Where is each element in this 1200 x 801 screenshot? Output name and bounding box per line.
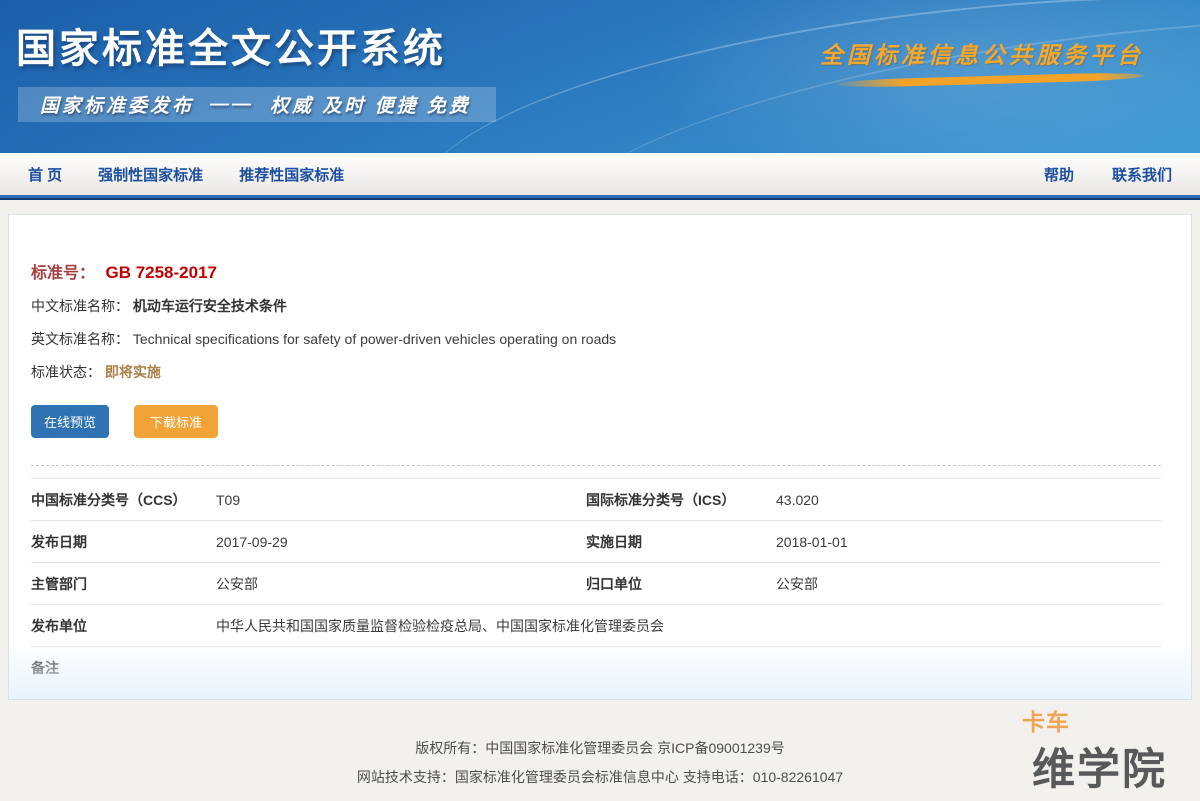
main-nav: 首 页 强制性国家标准 推荐性国家标准 帮助 联系我们	[0, 153, 1200, 195]
site-title: 国家标准全文公开系统	[16, 16, 446, 74]
platform-underline-decoration	[836, 72, 1144, 89]
table-row-classification: 中国标准分类号（CCS） T09 国际标准分类号（ICS） 43.020	[31, 479, 1161, 521]
implement-date-value: 2018-01-01	[776, 534, 1161, 550]
publish-unit-label: 发布单位	[31, 616, 216, 636]
sub-banner-slogan: 权威 及时 便捷 免费	[270, 91, 471, 118]
competent-dept-label: 主管部门	[31, 574, 216, 594]
page-footer: 版权所有：中国国家标准化管理委员会 京ICP备09001239号 网站技术支持：…	[0, 700, 1200, 792]
download-standard-button[interactable]: 下载标准	[134, 405, 218, 438]
ics-value: 43.020	[776, 492, 1161, 508]
sub-banner-publisher: 国家标准委发布	[40, 91, 194, 118]
status-label: 标准状态：	[31, 364, 101, 380]
footer-support: 网站技术支持：国家标准化管理委员会标准信息中心 支持电话：010-8226104…	[0, 763, 1200, 792]
cn-name-label: 中文标准名称：	[31, 298, 129, 314]
table-row-dates: 发布日期 2017-09-29 实施日期 2018-01-01	[31, 521, 1161, 563]
cn-name-value: 机动车运行安全技术条件	[133, 298, 287, 314]
footer-copyright: 版权所有：中国国家标准化管理委员会 京ICP备09001239号	[0, 734, 1200, 763]
nav-right-group: 帮助 联系我们	[1044, 164, 1200, 185]
table-row-departments: 主管部门 公安部 归口单位 公安部	[31, 563, 1161, 605]
details-table: 中国标准分类号（CCS） T09 国际标准分类号（ICS） 43.020 发布日…	[31, 478, 1161, 689]
sub-banner-dash: ——	[210, 94, 254, 116]
table-row-publish-unit: 发布单位 中华人民共和国国家质量监督检验检疫总局、中国国家标准化管理委员会	[31, 605, 1161, 647]
implement-date-label: 实施日期	[586, 532, 776, 552]
platform-name: 全国标准信息公共服务平台	[820, 36, 1144, 70]
en-name-row: 英文标准名称： Technical specifications for saf…	[31, 329, 1161, 349]
nav-bottom-border-dark	[0, 198, 1200, 200]
nav-item-contact-us[interactable]: 联系我们	[1112, 164, 1172, 185]
nav-item-recommended-standards[interactable]: 推荐性国家标准	[239, 164, 344, 185]
online-preview-button[interactable]: 在线预览	[31, 405, 109, 438]
nav-item-home[interactable]: 首 页	[28, 164, 62, 185]
remarks-label: 备注	[31, 658, 216, 678]
standard-number-value: GB 7258-2017	[105, 263, 217, 282]
ics-label: 国际标准分类号（ICS）	[586, 490, 776, 510]
centralized-unit-value: 公安部	[776, 574, 1161, 594]
table-row-remarks: 备注	[31, 647, 1161, 689]
standard-detail-card: 标准号： GB 7258-2017 中文标准名称： 机动车运行安全技术条件 英文…	[8, 214, 1192, 700]
standard-number-row: 标准号： GB 7258-2017	[31, 259, 1161, 283]
standard-number-label: 标准号：	[31, 265, 95, 282]
status-row: 标准状态： 即将实施	[31, 362, 1161, 382]
centralized-unit-label: 归口单位	[586, 574, 776, 594]
ccs-label: 中国标准分类号（CCS）	[31, 490, 216, 510]
dashed-separator	[31, 465, 1161, 466]
platform-logo: 全国标准信息公共服务平台	[820, 36, 1144, 84]
publish-date-value: 2017-09-29	[216, 534, 586, 550]
site-header: 国家标准全文公开系统 国家标准委发布 —— 权威 及时 便捷 免费 全国标准信息…	[0, 0, 1200, 153]
publish-unit-value: 中华人民共和国国家质量监督检验检疫总局、中国国家标准化管理委员会	[216, 616, 1161, 636]
competent-dept-value: 公安部	[216, 574, 586, 594]
ccs-value: T09	[216, 492, 586, 508]
en-name-label: 英文标准名称：	[31, 331, 129, 347]
cn-name-row: 中文标准名称： 机动车运行安全技术条件	[31, 296, 1161, 316]
nav-item-help[interactable]: 帮助	[1044, 164, 1074, 185]
en-name-value: Technical specifications for safety of p…	[133, 331, 616, 347]
status-value: 即将实施	[105, 364, 161, 380]
publish-date-label: 发布日期	[31, 532, 216, 552]
nav-item-mandatory-standards[interactable]: 强制性国家标准	[98, 164, 203, 185]
header-sub-banner: 国家标准委发布 —— 权威 及时 便捷 免费	[18, 87, 496, 122]
nav-left-group: 首 页 强制性国家标准 推荐性国家标准	[0, 164, 344, 185]
action-buttons: 在线预览 下载标准	[31, 405, 1161, 438]
